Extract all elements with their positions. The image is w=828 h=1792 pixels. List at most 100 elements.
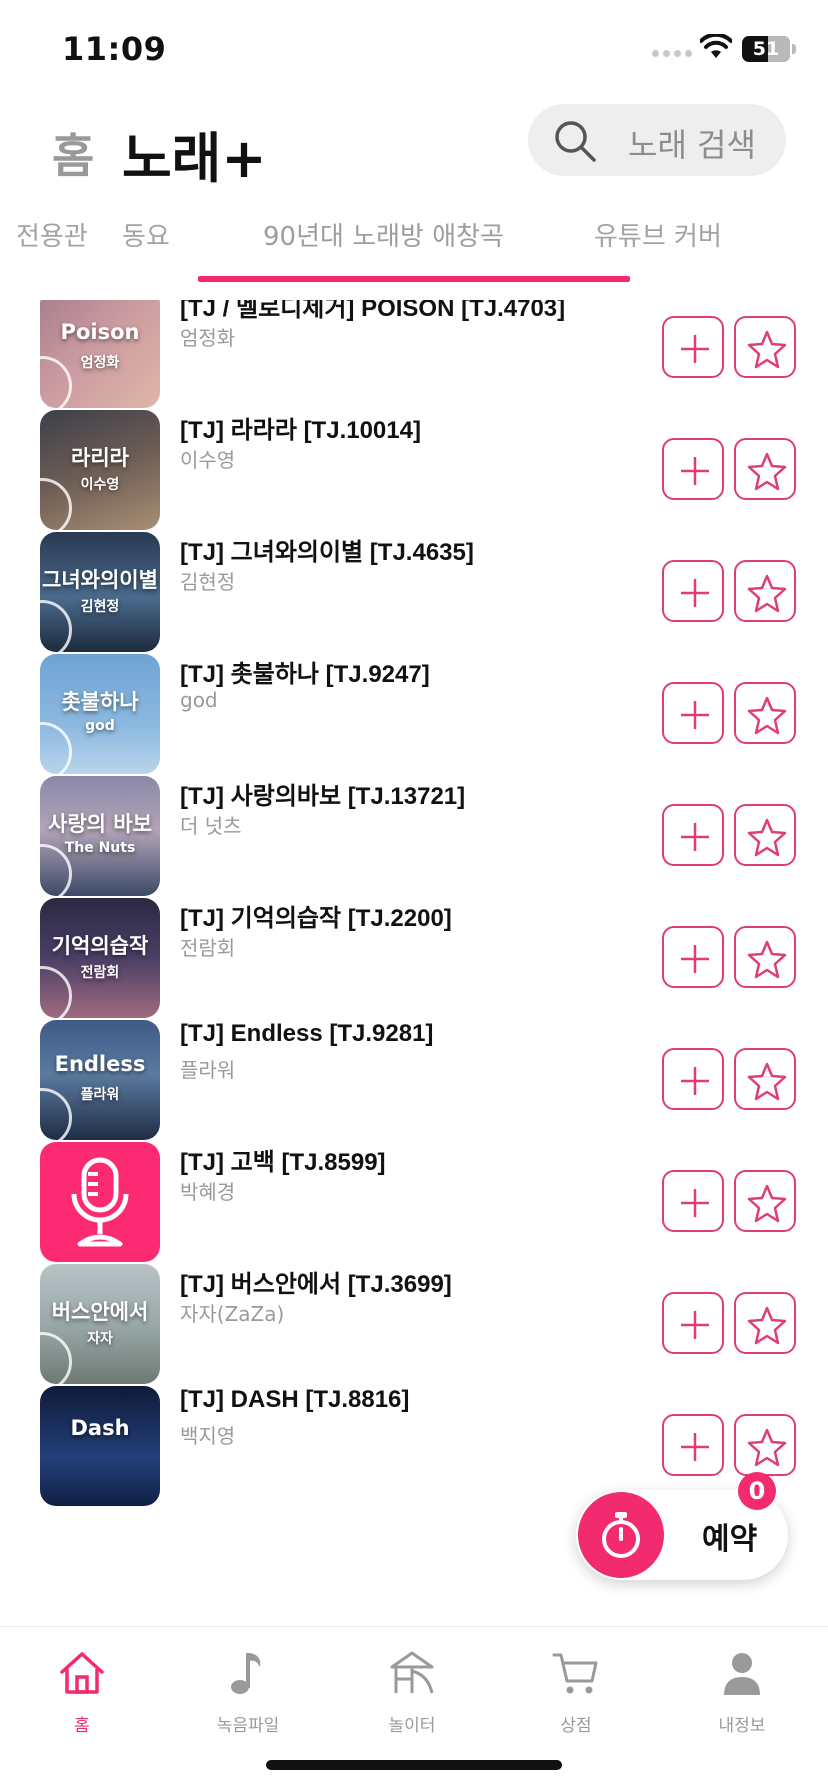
- music-note-icon: [231, 1653, 261, 1694]
- add-button[interactable]: [662, 1292, 724, 1354]
- active-tab-indicator: [198, 276, 630, 282]
- star-icon: [747, 1428, 787, 1467]
- song-title: [TJ] 그녀와의이별 [TJ.4635]: [180, 539, 474, 566]
- favorite-button[interactable]: [734, 560, 796, 622]
- song-row[interactable]: [TJ] 고백 [TJ.8599] 박혜경: [0, 1128, 828, 1268]
- tab-nursery[interactable]: 동요: [122, 216, 170, 253]
- song-list[interactable]: Poison 엄정화 [TJ / 멜로디제거] POISON [TJ.4703]…: [0, 300, 828, 1626]
- tab-recordings-label: 녹음파일: [216, 1716, 280, 1736]
- tab-home[interactable]: 홈: [22, 1645, 142, 1736]
- plus-icon: [681, 823, 709, 851]
- song-artist: 전람회: [180, 936, 236, 960]
- favorite-button[interactable]: [734, 682, 796, 744]
- album-art: [40, 1142, 160, 1262]
- song-row[interactable]: Endless 플라워 [TJ] Endless [TJ.9281] 플라워: [0, 1006, 828, 1146]
- home-indicator[interactable]: [266, 1760, 562, 1770]
- add-button[interactable]: [662, 1170, 724, 1232]
- song-title: [TJ] 라라라 [TJ.10014]: [180, 417, 421, 444]
- add-button[interactable]: [662, 926, 724, 988]
- song-row[interactable]: 라리라 이수영 [TJ] 라라라 [TJ.10014] 이수영: [0, 396, 828, 536]
- status-time: 11:09: [62, 30, 167, 68]
- home-icon: [60, 1652, 104, 1694]
- song-artist: 김현정: [180, 570, 236, 594]
- add-button[interactable]: [662, 316, 724, 378]
- home-link[interactable]: 홈: [52, 120, 94, 186]
- tab-playground-label: 놀이터: [388, 1716, 436, 1736]
- plus-icon: [681, 1067, 709, 1095]
- song-title: [TJ] DASH [TJ.8816]: [180, 1386, 410, 1413]
- star-icon: [747, 1184, 787, 1223]
- favorite-button[interactable]: [734, 926, 796, 988]
- album-art: 사랑의 바보 The Nuts: [40, 776, 160, 896]
- album-art: 그녀와의이별 김현정: [40, 532, 160, 652]
- album-art: Endless 플라워: [40, 1020, 160, 1140]
- song-title: [TJ] Endless [TJ.9281]: [180, 1020, 434, 1047]
- star-icon: [747, 574, 787, 613]
- song-artist: 엄정화: [180, 326, 236, 350]
- song-row[interactable]: 그녀와의이별 김현정 [TJ] 그녀와의이별 [TJ.4635] 김현정: [0, 518, 828, 658]
- song-row[interactable]: 사랑의 바보 The Nuts [TJ] 사랑의바보 [TJ.13721] 더 …: [0, 762, 828, 902]
- reservation-count-badge: 0: [738, 1472, 776, 1510]
- song-row[interactable]: 버스안에서 자자 [TJ] 버스안에서 [TJ.3699] 자자(ZaZa): [0, 1250, 828, 1390]
- reservation-label: 예약: [702, 1522, 758, 1557]
- song-row[interactable]: 기억의습작 전람회 [TJ] 기억의습작 [TJ.2200] 전람회: [0, 884, 828, 1024]
- album-art-title: 라리라: [71, 446, 129, 470]
- album-art-title: 사랑의 바보: [48, 812, 152, 836]
- favorite-button[interactable]: [734, 316, 796, 378]
- battery-icon: 51: [742, 36, 790, 62]
- star-icon: [747, 818, 787, 857]
- category-tabs: 전용관 동요 90년대 노래방 애창곡 유튜브 커버: [0, 206, 828, 286]
- stopwatch-icon: [602, 1512, 640, 1558]
- tab-recordings[interactable]: 녹음파일: [188, 1645, 308, 1736]
- tab-profile[interactable]: 내정보: [682, 1645, 802, 1736]
- album-art: 촛불하나 god: [40, 654, 160, 774]
- tab-playground[interactable]: 놀이터: [352, 1645, 472, 1736]
- favorite-button[interactable]: [734, 804, 796, 866]
- album-art: Dash: [40, 1386, 160, 1506]
- playground-icon: [390, 1651, 434, 1694]
- plus-icon: [681, 945, 709, 973]
- search-bar[interactable]: 노래 검색: [528, 104, 786, 176]
- song-row[interactable]: 촛불하나 god [TJ] 촛불하나 [TJ.9247] god: [0, 640, 828, 780]
- album-art-title: 버스안에서: [51, 1300, 149, 1324]
- add-button[interactable]: [662, 1048, 724, 1110]
- plus-icon: [681, 457, 709, 485]
- tab-store[interactable]: 상점: [516, 1645, 636, 1736]
- reservation-button[interactable]: 예약 0: [576, 1472, 788, 1580]
- microphone-icon: [71, 1157, 129, 1247]
- plus-icon: [681, 335, 709, 363]
- favorite-button[interactable]: [734, 1170, 796, 1232]
- app-header: 홈 노래+ 노래 검색: [0, 100, 828, 210]
- add-button[interactable]: [662, 804, 724, 866]
- tab-youtube-cover[interactable]: 유튜브 커버: [594, 216, 722, 253]
- add-button[interactable]: [662, 560, 724, 622]
- star-icon: [747, 330, 787, 369]
- song-title: [TJ / 멜로디제거] POISON [TJ.4703]: [180, 300, 566, 322]
- album-art: 버스안에서 자자: [40, 1264, 160, 1384]
- tab-dedicated[interactable]: 전용관: [16, 216, 88, 253]
- star-icon: [747, 696, 787, 735]
- favorite-button[interactable]: [734, 1414, 796, 1476]
- add-button[interactable]: [662, 438, 724, 500]
- profile-icon: [724, 1653, 760, 1695]
- song-artist: 자자(ZaZa): [180, 1302, 285, 1326]
- favorite-button[interactable]: [734, 438, 796, 500]
- album-art-title: Endless: [54, 1052, 146, 1076]
- favorite-button[interactable]: [734, 1292, 796, 1354]
- plus-icon: [681, 579, 709, 607]
- song-artist: god: [180, 688, 218, 712]
- search-icon: [555, 121, 596, 162]
- timer-button: [578, 1492, 664, 1578]
- album-art: Poison 엄정화: [40, 300, 160, 408]
- song-artist: 박혜경: [180, 1180, 236, 1204]
- add-button[interactable]: [662, 1414, 724, 1476]
- add-button[interactable]: [662, 682, 724, 744]
- star-icon: [747, 1062, 787, 1101]
- plus-icon: [681, 1433, 709, 1461]
- tab-home-label: 홈: [74, 1716, 90, 1736]
- battery-level: 51: [752, 38, 780, 60]
- album-art: 라리라 이수영: [40, 410, 160, 530]
- plus-icon: [681, 701, 709, 729]
- tab-90s-karaoke[interactable]: 90년대 노래방 애창곡: [263, 216, 504, 253]
- favorite-button[interactable]: [734, 1048, 796, 1110]
